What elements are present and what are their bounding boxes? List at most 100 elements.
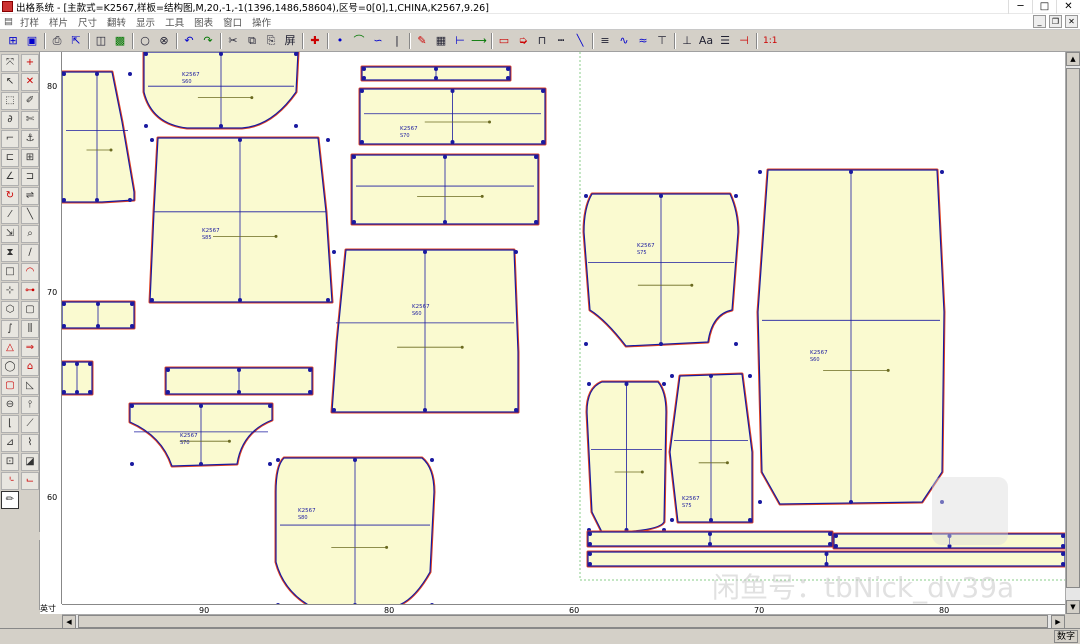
split-icon[interactable]: ⊞ xyxy=(21,149,39,167)
bracket-icon[interactable]: ⊏ xyxy=(1,149,19,167)
arrow-right-icon[interactable]: ⇒ xyxy=(21,339,39,357)
notch-icon[interactable]: ⊓ xyxy=(533,32,551,50)
mirror-icon[interactable]: ⇌ xyxy=(21,187,39,205)
sep-line-icon[interactable]: | xyxy=(388,32,406,50)
scroll-left-button[interactable]: ◀ xyxy=(62,615,76,629)
wave2-icon[interactable]: ≈ xyxy=(634,32,652,50)
angle-icon[interactable]: ∠ xyxy=(1,168,19,186)
comb-icon[interactable]: ⫼ xyxy=(21,320,39,338)
rect-tool-icon[interactable]: ▭ xyxy=(495,32,513,50)
triangle-icon[interactable]: △ xyxy=(1,339,19,357)
sew-line-icon[interactable]: ⌇ xyxy=(21,434,39,452)
ruler-icon[interactable]: ⊢ xyxy=(451,32,469,50)
minimize-button[interactable]: ─ xyxy=(1008,0,1032,14)
tee2-icon[interactable]: ⊥ xyxy=(678,32,696,50)
fold-icon[interactable]: ⊐ xyxy=(21,168,39,186)
close-button[interactable]: ✕ xyxy=(1056,0,1080,14)
ruler2-icon[interactable]: ⊿ xyxy=(1,434,19,452)
pencil-icon[interactable]: ✏ xyxy=(1,491,19,509)
horizontal-scrollbar[interactable]: ◀ ▶ xyxy=(62,614,1065,629)
vscroll-thumb[interactable] xyxy=(1066,68,1080,588)
copy-icon[interactable]: ⧉ xyxy=(243,32,261,50)
layer-icon[interactable]: ☰ xyxy=(716,32,734,50)
zoom-icon[interactable]: ⌕ xyxy=(21,225,39,243)
record-icon[interactable]: ▩ xyxy=(111,32,129,50)
delete-icon[interactable]: ✕ xyxy=(21,73,39,91)
tag-icon[interactable]: ⌂ xyxy=(21,358,39,376)
lasso-icon[interactable]: ∂ xyxy=(1,111,19,129)
stamp-icon[interactable]: ⊡ xyxy=(1,453,19,471)
symmetric-icon[interactable]: ⊖ xyxy=(1,396,19,414)
diag-icon[interactable]: ╲ xyxy=(21,206,39,224)
diagonal-icon[interactable]: ╲ xyxy=(571,32,589,50)
rotate-icon[interactable]: ↻ xyxy=(1,187,19,205)
select-all-icon[interactable]: ◫ xyxy=(92,32,110,50)
paste-icon[interactable]: ⎘ xyxy=(262,32,280,50)
knife-icon[interactable]: ⟋ xyxy=(21,415,39,433)
circle-icon[interactable]: ○ xyxy=(136,32,154,50)
maximize-button[interactable]: □ xyxy=(1032,0,1056,14)
scroll-right-button[interactable]: ▶ xyxy=(1051,615,1065,629)
menu-item[interactable]: 尺寸 xyxy=(73,15,102,29)
anchor-icon[interactable]: ⚓ xyxy=(21,130,39,148)
arc-icon[interactable]: ◠ xyxy=(21,263,39,281)
hook-icon[interactable]: ⌙ xyxy=(21,472,39,490)
select-arrow-icon[interactable]: ↖ xyxy=(1,73,19,91)
pattern-canvas[interactable]: K2567 S60 K2567 S85 K2567 S70 K2567 S60 K2567 S75… xyxy=(62,52,1065,604)
curve-up-icon[interactable]: ⌒ xyxy=(350,32,368,50)
curve-tool-icon[interactable]: ∫ xyxy=(1,320,19,338)
menu-item[interactable]: 操作 xyxy=(247,15,276,29)
cut-icon[interactable]: ✂ xyxy=(224,32,242,50)
redo-icon[interactable]: ↷ xyxy=(199,32,217,50)
child-restore-button[interactable]: ❐ xyxy=(1049,15,1062,28)
marquee-icon[interactable]: ⬚ xyxy=(1,92,19,110)
square-icon[interactable]: □ xyxy=(1,263,19,281)
move-icon[interactable]: ⤧ xyxy=(1,54,19,72)
circles-icon[interactable]: ⊗ xyxy=(155,32,173,50)
brush-icon[interactable]: ✐ xyxy=(21,92,39,110)
menu-item[interactable]: 窗口 xyxy=(218,15,247,29)
equal-icon[interactable]: ≡ xyxy=(596,32,614,50)
curve-down-icon[interactable]: ∽ xyxy=(369,32,387,50)
link-icon[interactable]: ⊶ xyxy=(21,282,39,300)
grid-icon[interactable]: ▦ xyxy=(432,32,450,50)
menu-item[interactable]: 显示 xyxy=(131,15,160,29)
menu-item[interactable]: 工具 xyxy=(160,15,189,29)
add-point-icon[interactable]: + xyxy=(21,54,39,72)
arrow-tool-icon[interactable]: ➭ xyxy=(514,32,532,50)
circle-tool-icon[interactable]: ◯ xyxy=(1,358,19,376)
edge-icon[interactable]: ⌊ xyxy=(1,415,19,433)
grade-icon[interactable]: ⌎ xyxy=(1,472,19,490)
crosshair-icon[interactable]: ✚ xyxy=(306,32,324,50)
box-icon[interactable]: ◪ xyxy=(21,453,39,471)
dash-line-icon[interactable]: ┅ xyxy=(552,32,570,50)
hourglass-icon[interactable]: ⧗ xyxy=(1,244,19,262)
undo-icon[interactable]: ↶ xyxy=(180,32,198,50)
pen-tool-icon[interactable]: ✎ xyxy=(413,32,431,50)
file-save-icon[interactable]: ▣ xyxy=(23,32,41,50)
shape-icon[interactable]: ⬡ xyxy=(1,301,19,319)
print-preview-icon[interactable]: ⎙ xyxy=(48,32,66,50)
slash-icon[interactable]: ⁄ xyxy=(1,206,19,224)
child-close-button[interactable]: ✕ xyxy=(1065,15,1078,28)
grid-toggle-icon[interactable]: 屏 xyxy=(281,32,299,50)
menu-item[interactable]: 图表 xyxy=(189,15,218,29)
point-icon[interactable]: • xyxy=(331,32,349,50)
measure-icon[interactable]: ⊣ xyxy=(735,32,753,50)
pin-icon[interactable]: ⫯ xyxy=(21,396,39,414)
scroll-up-button[interactable]: ▲ xyxy=(1066,52,1080,66)
vertical-scrollbar[interactable]: ▲ ▼ xyxy=(1065,52,1080,614)
menu-item[interactable]: 打样 xyxy=(15,15,44,29)
arrow-line-icon[interactable]: ⟶ xyxy=(470,32,488,50)
file-open-icon[interactable]: ⊞ xyxy=(4,32,22,50)
triangle2-icon[interactable]: ◺ xyxy=(21,377,39,395)
frame-icon[interactable]: ▢ xyxy=(21,301,39,319)
menu-item[interactable]: 样片 xyxy=(44,15,73,29)
child-minimize-button[interactable]: _ xyxy=(1033,15,1046,28)
tee-icon[interactable]: ⊤ xyxy=(653,32,671,50)
hscroll-thumb[interactable] xyxy=(78,615,1048,628)
scroll-down-button[interactable]: ▼ xyxy=(1066,600,1080,614)
scale-icon[interactable]: ⇲ xyxy=(1,225,19,243)
scissors-icon[interactable]: ✄ xyxy=(21,111,39,129)
rounded-rect-icon[interactable]: ▢ xyxy=(1,377,19,395)
